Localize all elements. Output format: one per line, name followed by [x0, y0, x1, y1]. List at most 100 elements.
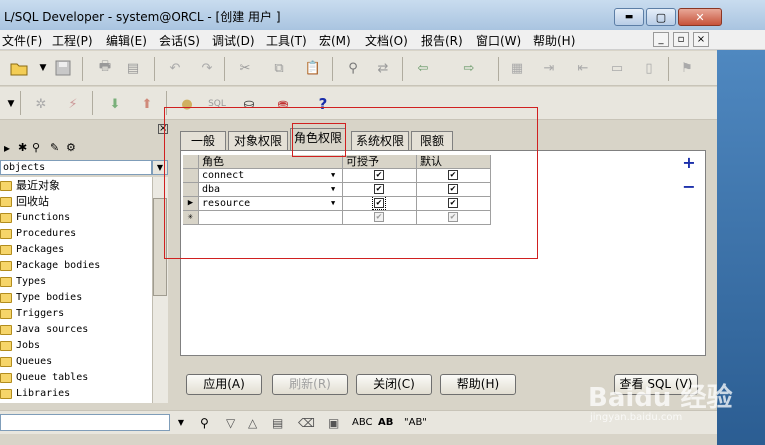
- commit-icon[interactable]: ⛀: [240, 95, 258, 113]
- tab-system-privileges[interactable]: 系统权限: [351, 131, 409, 151]
- unindent-icon[interactable]: ⇤: [574, 59, 592, 77]
- undo-icon[interactable]: ↶: [166, 59, 184, 77]
- refresh-button[interactable]: 刷新(R): [272, 374, 348, 395]
- column-header-default[interactable]: 默认: [417, 155, 491, 169]
- role-select[interactable]: dba ▼: [199, 183, 343, 197]
- close-button[interactable]: ✕: [678, 8, 722, 26]
- list-item[interactable]: 最近对象: [0, 178, 152, 194]
- list-item[interactable]: Java sources: [0, 322, 152, 338]
- uncomment-icon[interactable]: ▯: [640, 59, 658, 77]
- tab-general[interactable]: 一般: [180, 131, 226, 151]
- regex-label[interactable]: "AB": [404, 417, 427, 428]
- list-item[interactable]: Queue tables: [0, 370, 152, 386]
- tab-object-privileges[interactable]: 对象权限: [228, 131, 288, 151]
- new-role-cell[interactable]: [199, 211, 343, 225]
- list-item[interactable]: Type bodies: [0, 290, 152, 306]
- menu-tools[interactable]: 工具(T): [266, 32, 307, 49]
- menu-help[interactable]: 帮助(H): [533, 32, 575, 49]
- match-case-label[interactable]: ABC: [352, 417, 373, 428]
- browser-find-icon[interactable]: ⚲: [32, 141, 40, 154]
- default-checkbox[interactable]: ✔: [448, 198, 458, 208]
- paste-icon[interactable]: 📋: [304, 59, 322, 77]
- binoculars-icon[interactable]: ⚲: [200, 416, 209, 430]
- browser-arrow-icon[interactable]: ▸: [4, 141, 10, 155]
- menu-window[interactable]: 窗口(W): [476, 32, 521, 49]
- comment-icon[interactable]: ▭: [608, 59, 626, 77]
- connect-icon[interactable]: ⬇: [106, 95, 124, 113]
- menu-edit[interactable]: 编辑(E): [106, 32, 147, 49]
- list-item[interactable]: Libraries: [0, 386, 152, 402]
- compile-icon[interactable]: ▦: [508, 59, 526, 77]
- grantable-checkbox[interactable]: ✔: [372, 197, 386, 210]
- chevron-down-icon[interactable]: ▼: [331, 197, 335, 210]
- add-row-button[interactable]: +: [682, 155, 696, 171]
- menu-session[interactable]: 会话(S): [159, 32, 200, 49]
- open-folder-icon[interactable]: [10, 59, 28, 77]
- highlight-icon[interactable]: ▤: [272, 416, 283, 430]
- scrollbar-thumb[interactable]: [153, 198, 167, 296]
- remove-row-button[interactable]: −: [682, 179, 696, 195]
- list-item[interactable]: Functions: [0, 210, 152, 226]
- chevron-down-icon[interactable]: ▼: [174, 414, 188, 431]
- help-icon[interactable]: ?: [314, 95, 332, 113]
- browser-tools-icon[interactable]: ✎: [50, 141, 59, 154]
- close-dialog-button[interactable]: 关闭(C): [356, 374, 432, 395]
- role-select[interactable]: connect ▼: [199, 169, 343, 183]
- rollback-icon[interactable]: ⛂: [274, 95, 292, 113]
- redo-icon[interactable]: ↷: [198, 59, 216, 77]
- default-checkbox[interactable]: ✔: [448, 184, 458, 194]
- indent-icon[interactable]: ⇥: [540, 59, 558, 77]
- list-item[interactable]: Triggers: [0, 306, 152, 322]
- window-icon[interactable]: ▣: [328, 416, 339, 430]
- find-next-icon[interactable]: ▽: [226, 416, 235, 430]
- tab-role-privileges[interactable]: 角色权限: [290, 128, 346, 151]
- list-item[interactable]: 回收站: [0, 194, 152, 210]
- dropdown-arrow-icon[interactable]: ▼: [34, 59, 52, 77]
- breakpoint-icon[interactable]: ⚡: [64, 95, 82, 113]
- browser-filter-icon[interactable]: ⚙: [66, 141, 76, 154]
- mdi-restore-button[interactable]: ▫: [673, 32, 689, 47]
- menu-debug[interactable]: 调试(D): [212, 32, 255, 49]
- browser-close-icon[interactable]: ×: [158, 124, 168, 134]
- cut-icon[interactable]: ✂: [236, 59, 254, 77]
- column-header-grantable[interactable]: 可授予: [343, 155, 417, 169]
- row-indicator[interactable]: [183, 183, 199, 197]
- dropdown-arrow-icon[interactable]: ▼: [2, 95, 20, 113]
- list-item[interactable]: Types: [0, 274, 152, 290]
- minimize-button[interactable]: ▬: [614, 8, 644, 26]
- grantable-checkbox[interactable]: ✔: [374, 170, 384, 180]
- save-icon[interactable]: [54, 59, 72, 77]
- menu-project[interactable]: 工程(P): [52, 32, 93, 49]
- print-preview-icon[interactable]: ▤: [124, 59, 142, 77]
- column-header-role[interactable]: 角色: [199, 155, 343, 169]
- filter-icon[interactable]: ⚑: [678, 59, 696, 77]
- row-indicator[interactable]: [183, 169, 199, 183]
- object-type-select[interactable]: objects: [0, 160, 152, 175]
- forward-icon[interactable]: ⇨: [460, 59, 478, 77]
- copy-icon[interactable]: ⧉: [270, 59, 288, 77]
- find-replace-icon[interactable]: ⇄: [374, 59, 392, 77]
- back-icon[interactable]: ⇦: [414, 59, 432, 77]
- menu-docs[interactable]: 文档(O): [365, 32, 408, 49]
- help-button[interactable]: 帮助(H): [440, 374, 516, 395]
- chevron-down-icon[interactable]: ▼: [331, 183, 335, 196]
- list-item[interactable]: Queues: [0, 354, 152, 370]
- chevron-down-icon[interactable]: ▼: [152, 160, 168, 175]
- print-icon[interactable]: 🖶: [96, 59, 114, 77]
- apply-button[interactable]: 应用(A): [186, 374, 262, 395]
- maximize-button[interactable]: ▢: [646, 8, 676, 26]
- list-item[interactable]: Jobs: [0, 338, 152, 354]
- list-item[interactable]: Package bodies: [0, 258, 152, 274]
- find-prev-icon[interactable]: △: [248, 416, 257, 430]
- new-row-indicator[interactable]: ✳: [183, 211, 199, 225]
- menu-file[interactable]: 文件(F): [2, 32, 42, 49]
- menu-macro[interactable]: 宏(M): [319, 32, 351, 49]
- bottom-select[interactable]: [0, 414, 170, 431]
- browser-star-icon[interactable]: ✱: [18, 141, 27, 154]
- current-row-indicator[interactable]: ▶: [183, 197, 199, 211]
- mdi-close-button[interactable]: ×: [693, 32, 709, 47]
- mdi-minimize-button[interactable]: _: [653, 32, 669, 47]
- list-item[interactable]: Packages: [0, 242, 152, 258]
- chevron-down-icon[interactable]: ▼: [331, 169, 335, 182]
- menu-reports[interactable]: 报告(R): [421, 32, 463, 49]
